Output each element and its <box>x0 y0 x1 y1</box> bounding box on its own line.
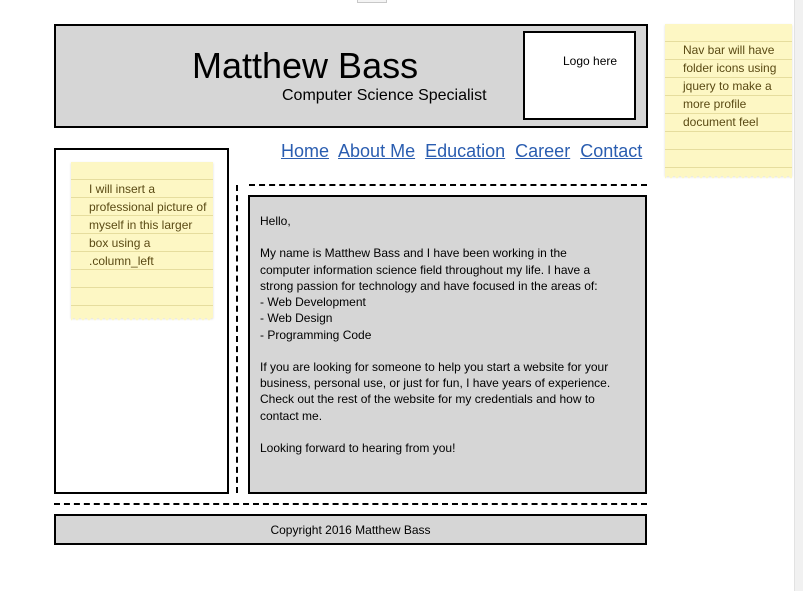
dashed-divider-vertical <box>236 185 238 493</box>
site-footer: Copyright 2016 Matthew Bass <box>54 514 647 545</box>
sticky-note-right: Nav bar will have folder icons using jqu… <box>665 24 792 180</box>
content-body: Hello, My name is Matthew Bass and I hav… <box>260 213 620 456</box>
dashed-divider-top <box>249 184 647 186</box>
focus-item: - Web Development <box>260 295 366 309</box>
dashed-divider-bottom <box>54 503 647 505</box>
nav-link-home[interactable]: Home <box>281 141 329 161</box>
nav-bar: Home About Me Education Career Contact <box>281 140 642 164</box>
content-intro: My name is Matthew Bass and I have been … <box>260 246 598 293</box>
nav-link-career[interactable]: Career <box>515 141 570 161</box>
nav-link-education[interactable]: Education <box>425 141 505 161</box>
sticky-note-left: I will insert a professional picture of … <box>71 162 213 322</box>
site-name: Matthew Bass <box>192 45 419 86</box>
window-edge <box>794 0 803 591</box>
site-header: Matthew Bass Computer Science Specialist… <box>54 24 648 128</box>
nav-link-contact[interactable]: Contact <box>580 141 642 161</box>
copyright-text: Copyright 2016 Matthew Bass <box>270 523 431 537</box>
sticky-note-left-text: I will insert a professional picture of … <box>89 182 207 268</box>
content-greeting: Hello, <box>260 214 291 228</box>
logo-placeholder-box: Logo here <box>523 31 636 120</box>
content-pitch: If you are looking for someone to help y… <box>260 359 611 423</box>
nav-link-about-me[interactable]: About Me <box>338 141 415 161</box>
top-tab <box>357 0 387 3</box>
content-closing: Looking forward to hearing from you! <box>260 440 456 455</box>
focus-item: - Programming Code <box>260 327 372 342</box>
site-tagline: Computer Science Specialist <box>282 87 487 104</box>
main-content-box: Hello, My name is Matthew Bass and I hav… <box>248 195 647 494</box>
logo-placeholder-text: Logo here <box>563 54 618 68</box>
focus-item: - Web Design <box>260 311 333 326</box>
sticky-note-right-text: Nav bar will have folder icons using jqu… <box>683 43 777 129</box>
